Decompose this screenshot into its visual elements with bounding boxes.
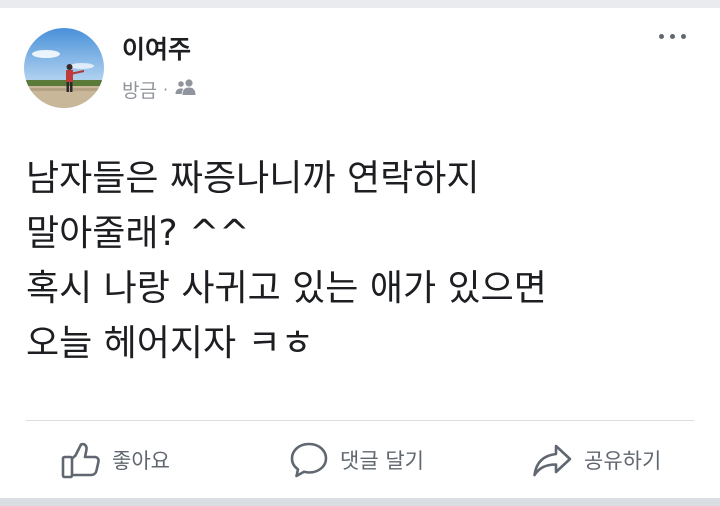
avatar[interactable] — [24, 28, 104, 108]
post-body-line: 남자들은 짜증나니까 연락하지 — [26, 158, 480, 199]
like-button[interactable]: 좋아요 — [60, 432, 170, 488]
meta-separator: · — [162, 80, 169, 99]
post-body-line: 혹시 나랑 사귀고 있는 애가 있으면 — [26, 268, 547, 309]
share-arrow-icon — [533, 444, 572, 477]
avatar-photo — [24, 28, 104, 108]
author-name[interactable]: 이여주 — [122, 30, 191, 66]
actions-divider — [26, 420, 694, 421]
friends-icon[interactable] — [174, 78, 198, 101]
share-button[interactable]: 공유하기 — [530, 432, 661, 488]
comment-button[interactable]: 댓글 달기 — [288, 432, 424, 488]
post-card: 이여주 방금 · 남자들은 짜증나니까 연락하지 말아줄래? ^^ 혹시 나랑 … — [0, 8, 720, 498]
post-actions: 좋아요 댓글 달기 공유하기 — [0, 432, 720, 488]
comment-icon — [290, 442, 328, 478]
share-label: 공유하기 — [584, 449, 662, 473]
feed-gap — [0, 498, 720, 506]
post-timestamp[interactable]: 방금 — [122, 76, 157, 103]
more-dot-icon — [681, 34, 686, 39]
more-dot-icon — [670, 34, 675, 39]
post-body-line: 오늘 헤어지자 ㅋㅎ — [26, 323, 314, 364]
more-dot-icon — [659, 34, 664, 39]
comment-label: 댓글 달기 — [340, 449, 424, 473]
post-body-line: 말아줄래? ^^ — [26, 213, 250, 254]
post-meta: 방금 · — [122, 76, 198, 103]
post-body: 남자들은 짜증나니까 연락하지 말아줄래? ^^ 혹시 나랑 사귀고 있는 애가… — [26, 151, 706, 371]
like-label: 좋아요 — [112, 449, 170, 473]
more-options-button[interactable] — [659, 34, 686, 39]
thumbs-up-icon — [61, 442, 100, 479]
